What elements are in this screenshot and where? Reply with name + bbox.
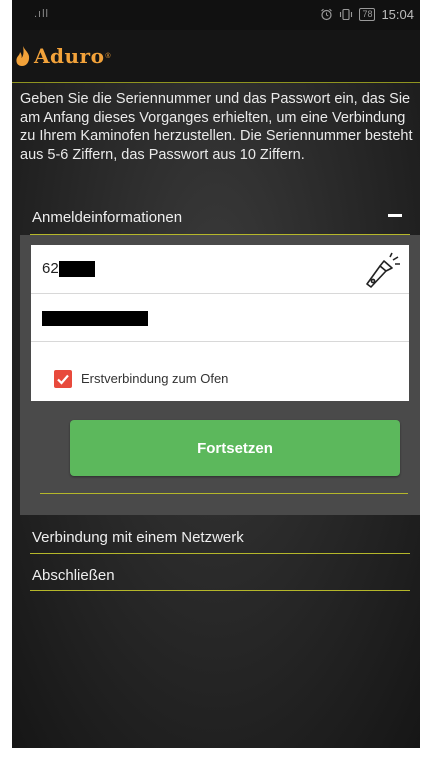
section-finish-header[interactable]: Abschließen xyxy=(12,558,420,592)
login-panel: 62 Erstverbindung zum Ofen Fortsetzen xyxy=(20,235,420,515)
aduro-logo: Aduro ® xyxy=(14,44,111,68)
serial-number-value: 62 xyxy=(42,260,59,277)
section-network-title: Verbindung mit einem Netzwerk xyxy=(32,529,244,546)
password-field[interactable] xyxy=(31,293,409,342)
continue-button[interactable]: Fortsetzen xyxy=(70,420,400,476)
redacted-block xyxy=(58,260,95,277)
divider xyxy=(40,493,408,494)
registered-mark: ® xyxy=(105,52,111,60)
signal-indicator: .ıll xyxy=(34,8,49,20)
flame-icon xyxy=(16,46,30,66)
intro-text: Geben Sie die Seriennummer und das Passw… xyxy=(20,91,413,163)
section-login-header[interactable]: Anmeldeinformationen xyxy=(12,200,420,234)
redacted-block xyxy=(42,311,148,326)
first-connection-label[interactable]: Erstverbindung zum Ofen xyxy=(81,371,228,386)
alarm-icon xyxy=(321,8,333,21)
section-finish-title: Abschließen xyxy=(32,567,115,584)
divider xyxy=(30,553,410,554)
section-login-title: Anmeldeinformationen xyxy=(32,209,183,226)
status-bar: .ıll 78 15:04 xyxy=(12,0,420,30)
phone-screen: .ıll 78 15:04 Aduro ® Geben Sie die Seri… xyxy=(12,0,420,748)
status-icons: 78 15:04 xyxy=(320,7,414,22)
flashlight-icon[interactable] xyxy=(361,251,401,289)
serial-number-field[interactable]: 62 xyxy=(31,245,409,294)
vibrate-icon xyxy=(340,8,353,21)
app-header: Aduro ® xyxy=(12,30,420,83)
divider xyxy=(30,590,410,591)
first-connection-checkbox[interactable] xyxy=(54,370,72,388)
battery-icon: 78 xyxy=(359,8,376,21)
checkmark-icon xyxy=(57,374,69,385)
login-form: 62 Erstverbindung zum Ofen xyxy=(31,245,409,401)
logo-text: Aduro xyxy=(34,44,105,68)
collapse-icon[interactable] xyxy=(388,214,402,217)
section-network-header[interactable]: Verbindung mit einem Netzwerk xyxy=(12,520,420,554)
clock: 15:04 xyxy=(381,7,414,22)
